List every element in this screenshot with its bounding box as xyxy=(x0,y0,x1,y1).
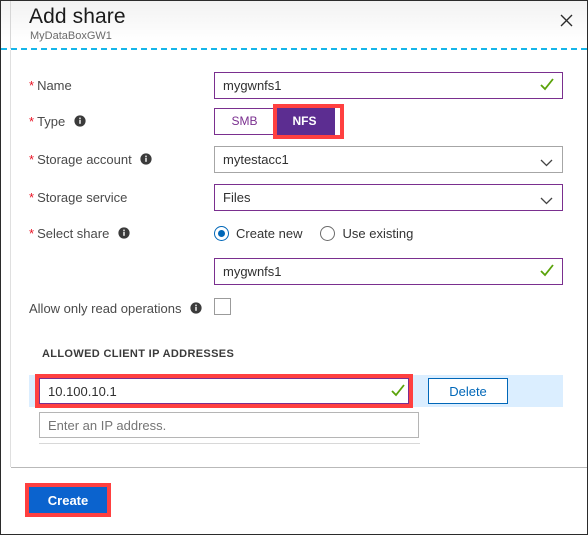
form-row-read-only: Allow only read operations xyxy=(1,298,587,320)
required-asterisk: * xyxy=(29,114,35,129)
radio-create-new[interactable]: Create new xyxy=(214,225,303,241)
info-icon[interactable] xyxy=(74,115,86,131)
close-icon xyxy=(560,14,573,27)
radio-use-existing-indicator xyxy=(320,225,336,241)
delete-ip-button[interactable]: Delete xyxy=(428,378,508,404)
form-row-storage-service: * Storage service Files xyxy=(1,184,587,212)
info-icon[interactable] xyxy=(140,153,152,169)
field-read-only xyxy=(214,298,231,315)
page-title: Add share xyxy=(29,5,126,28)
name-input[interactable] xyxy=(214,72,563,99)
blade-breadcrumb-subtitle: MyDataBoxGW1 xyxy=(30,30,112,42)
required-asterisk: * xyxy=(29,226,35,241)
field-share-name xyxy=(214,258,563,285)
field-storage-service: Files xyxy=(214,184,563,211)
label-select-share-text: Select share xyxy=(37,226,110,241)
field-type: SMB NFS xyxy=(214,104,344,139)
add-share-blade: Add share MyDataBoxGW1 * Name mygwnfs1 *… xyxy=(0,0,588,535)
label-name-text: Name xyxy=(37,78,72,93)
type-toggle-group: SMB NFS xyxy=(214,104,344,139)
create-button-wrap: Create xyxy=(25,483,111,517)
header-rail-divider xyxy=(10,1,11,49)
storage-service-value[interactable]: Files xyxy=(214,184,563,211)
footer-divider xyxy=(11,467,587,468)
type-option-nfs[interactable]: NFS xyxy=(274,108,335,135)
blade-header: Add share MyDataBoxGW1 xyxy=(1,1,587,49)
form-row-storage-account: * Storage account mytestacc1 xyxy=(1,146,587,174)
label-type: * Type xyxy=(29,114,86,131)
new-ip-row xyxy=(1,412,587,440)
required-asterisk: * xyxy=(29,152,35,167)
label-storage-service-text: Storage service xyxy=(37,190,128,205)
label-storage-service: * Storage service xyxy=(29,190,127,206)
required-asterisk: * xyxy=(29,78,35,93)
new-ip-input[interactable] xyxy=(39,412,419,438)
required-asterisk: * xyxy=(29,190,35,205)
allowed-ip-input[interactable] xyxy=(39,378,409,404)
allowed-ip-section-heading: ALLOWED CLIENT IP ADDRESSES xyxy=(42,348,235,360)
field-name xyxy=(214,72,563,99)
radio-use-existing[interactable]: Use existing xyxy=(320,225,414,241)
form-row-type: * Type SMB NFS xyxy=(1,104,587,139)
form-row-name: * Name xyxy=(1,72,587,100)
storage-account-dropdown[interactable]: mytestacc1 xyxy=(214,146,563,173)
radio-create-new-indicator xyxy=(214,225,229,241)
storage-service-dropdown[interactable]: Files xyxy=(214,184,563,211)
label-name: * Name xyxy=(29,78,72,94)
allowed-ip-row-inner: Delete xyxy=(29,374,563,408)
label-select-share: * Select share xyxy=(29,226,130,243)
label-read-only: Allow only read operations xyxy=(29,301,202,318)
form-row-select-share: * Select share Create new Use existing xyxy=(1,222,587,246)
form-row-share-name xyxy=(1,258,587,286)
ip-list-divider xyxy=(39,443,420,444)
info-icon[interactable] xyxy=(118,227,130,243)
label-read-only-text: Allow only read operations xyxy=(29,301,182,316)
radio-create-new-label: Create new xyxy=(236,225,303,241)
share-name-input[interactable] xyxy=(214,258,563,285)
info-icon[interactable] xyxy=(190,302,202,318)
label-storage-account: * Storage account xyxy=(29,152,152,169)
create-button[interactable]: Create xyxy=(29,487,107,513)
read-only-checkbox[interactable] xyxy=(214,298,231,315)
radio-use-existing-label: Use existing xyxy=(342,225,414,241)
label-storage-account-text: Storage account xyxy=(37,152,132,167)
field-storage-account: mytestacc1 xyxy=(214,146,563,173)
allowed-ip-row: Delete xyxy=(29,374,563,408)
storage-account-value[interactable]: mytestacc1 xyxy=(214,146,563,173)
type-option-smb[interactable]: SMB xyxy=(214,108,275,135)
select-share-radio-group: Create new Use existing xyxy=(214,223,431,243)
field-select-share: Create new Use existing xyxy=(214,223,431,243)
label-type-text: Type xyxy=(37,114,66,129)
close-button[interactable] xyxy=(553,7,579,33)
form-body: *Name *Type xyxy=(1,50,587,467)
